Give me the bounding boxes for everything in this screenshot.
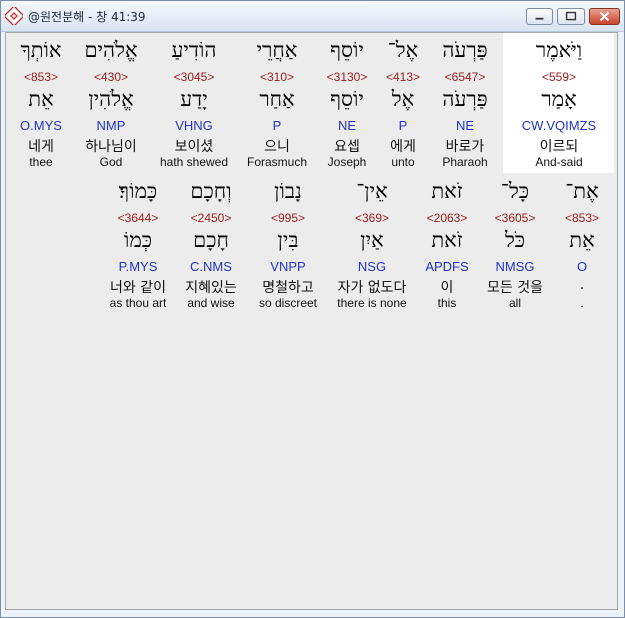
- hebrew-root: אֵת: [569, 228, 595, 252]
- close-button[interactable]: [589, 8, 620, 25]
- korean-gloss: .: [579, 277, 585, 293]
- parsing-code[interactable]: O: [522, 259, 625, 274]
- strong-number[interactable]: <559>: [499, 70, 619, 84]
- strong-number[interactable]: <853>: [522, 211, 625, 225]
- app-icon: [5, 7, 23, 25]
- english-gloss: .: [580, 296, 584, 310]
- interlinear-panel: אוֹתְךָ <853> אֵת O.MYS 네게 thee אֱלֹהִים…: [5, 32, 618, 610]
- maximize-button[interactable]: [557, 8, 585, 25]
- minimize-icon: [535, 17, 544, 20]
- hebrew-word: אֶת־: [565, 179, 599, 203]
- window: @원전분해 - 창 41:39 אוֹתְךָ <853> אֵת O.MYS …: [0, 0, 625, 618]
- title-bar[interactable]: @원전분해 - 창 41:39: [1, 1, 624, 32]
- english-gloss: And-said: [535, 155, 583, 169]
- maximize-icon: [565, 11, 577, 21]
- korean-gloss: 이르되: [539, 139, 579, 155]
- window-title: @원전분해 - 창 41:39: [28, 10, 146, 24]
- minimize-button[interactable]: [526, 8, 553, 25]
- close-icon: [599, 11, 610, 22]
- verse-content[interactable]: אוֹתְךָ <853> אֵת O.MYS 네게 thee אֱלֹהִים…: [6, 33, 617, 609]
- parsing-code[interactable]: CW.VQIMZS: [499, 118, 619, 133]
- hebrew-root: אָמַר: [541, 87, 577, 111]
- hebrew-word: וַיֹּאמֶר: [535, 38, 583, 62]
